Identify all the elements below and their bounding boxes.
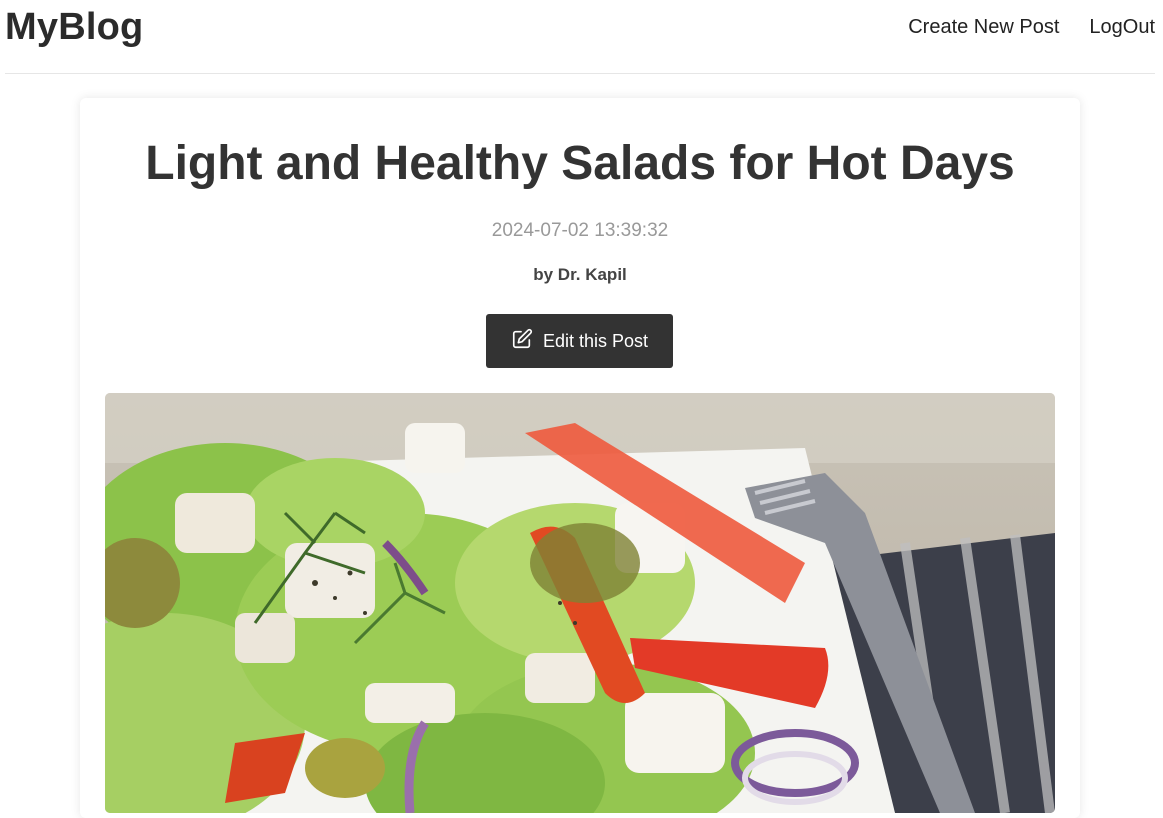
post-image (105, 393, 1055, 813)
logout-link[interactable]: LogOut (1089, 16, 1155, 39)
nav-links: Create New Post LogOut (908, 16, 1155, 39)
pencil-square-icon (511, 328, 533, 355)
post-date: 2024-07-02 13:39:32 (491, 220, 669, 241)
post-title: Light and Healthy Salads for Hot Days (145, 137, 1015, 190)
create-new-post-link[interactable]: Create New Post (908, 16, 1059, 39)
post-author: by Dr. Kapil (533, 265, 627, 284)
edit-post-button[interactable]: Edit this Post (486, 314, 673, 368)
edit-post-label: Edit this Post (542, 330, 649, 351)
brand-logo[interactable]: MyBlog (5, 6, 143, 49)
navbar: MyBlog Create New Post LogOut (5, 0, 1155, 74)
post-card: Light and Healthy Salads for Hot Days 20… (80, 98, 1080, 818)
